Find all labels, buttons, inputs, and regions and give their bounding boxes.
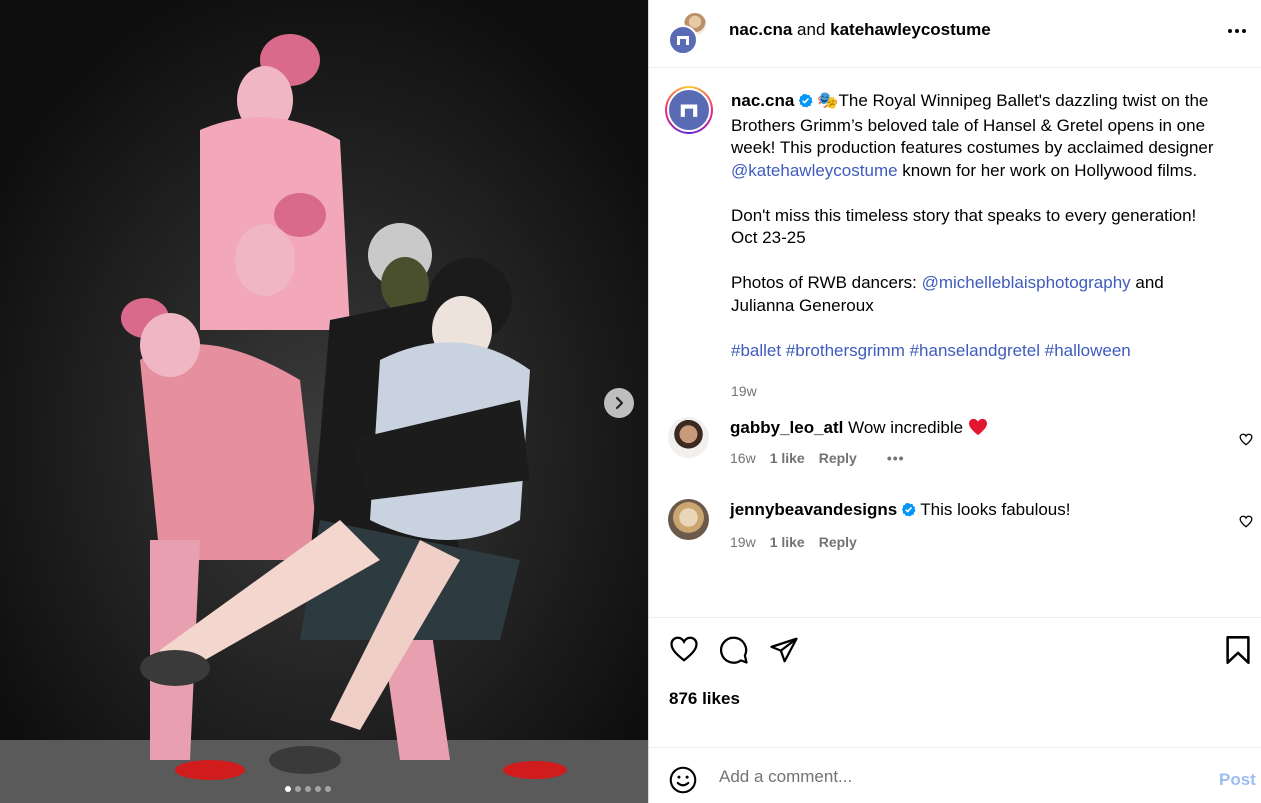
heart-outline-icon	[670, 636, 698, 662]
avatar[interactable]	[668, 499, 709, 540]
emoji-button[interactable]	[669, 766, 697, 799]
comment-time[interactable]: 19w	[730, 534, 756, 550]
like-button[interactable]	[669, 635, 699, 668]
post-photo[interactable]	[0, 0, 648, 803]
caption-date: Oct 23-25	[731, 228, 806, 247]
nac-logo-icon	[677, 36, 689, 45]
carousel-dot	[325, 786, 331, 792]
heart-outline-icon	[1239, 515, 1253, 528]
comment-likes[interactable]: 1 like	[770, 534, 805, 550]
carousel-indicator	[285, 786, 331, 792]
like-comment-button[interactable]	[1239, 431, 1253, 451]
reply-button[interactable]: Reply	[819, 450, 857, 466]
red-heart-emoji-icon	[968, 418, 987, 436]
carousel-dot	[295, 786, 301, 792]
ballet-dancers-image	[0, 0, 648, 803]
post-comment-button[interactable]: Post	[1219, 770, 1256, 790]
collab-avatars[interactable]	[668, 11, 712, 55]
caption-username[interactable]: nac.cna	[731, 91, 794, 110]
save-button[interactable]	[1225, 635, 1251, 670]
comment-username[interactable]: jennybeavandesigns	[730, 500, 897, 519]
bookmark-icon	[1226, 636, 1250, 664]
post-actions: 876 likes	[649, 617, 1261, 747]
avatar	[668, 25, 698, 55]
comment-text: Wow incredible	[848, 418, 964, 437]
add-comment-bar: Post	[649, 747, 1261, 803]
carousel-dot	[285, 786, 291, 792]
caption-text: nac.cna 🎭The Royal Winnipeg Ballet's dazz…	[731, 90, 1231, 403]
avatar[interactable]	[668, 417, 709, 458]
mention-link[interactable]: @katehawleycostume	[731, 161, 898, 180]
mention-link[interactable]: @michelleblaisphotography	[922, 273, 1131, 292]
like-count[interactable]: 876 likes	[669, 689, 740, 709]
chevron-right-icon	[615, 396, 624, 410]
nac-logo-icon	[680, 104, 698, 117]
more-options-button[interactable]	[1226, 20, 1248, 47]
paper-plane-icon	[770, 637, 798, 663]
next-slide-button[interactable]	[604, 388, 634, 418]
author-link[interactable]: katehawleycostume	[830, 20, 991, 39]
caption-emoji: 🎭	[817, 91, 839, 110]
carousel-dot	[305, 786, 311, 792]
share-button[interactable]	[769, 635, 799, 670]
author-link[interactable]: nac.cna	[729, 20, 792, 39]
comment-time[interactable]: 16w	[730, 450, 756, 466]
hashtags[interactable]: #ballet #brothersgrimm #hanselandgretel …	[731, 340, 1231, 363]
more-horizontal-icon	[1228, 29, 1246, 33]
post-authors: nac.cna and katehawleycostume	[729, 20, 991, 40]
comment-input[interactable]	[719, 762, 1179, 792]
caption-timestamp[interactable]: 19w	[731, 380, 1231, 403]
avatar[interactable]	[665, 86, 713, 134]
smiley-icon	[669, 766, 697, 794]
caption-paragraph: Don't miss this timeless story that spea…	[731, 205, 1197, 225]
author-joiner: and	[792, 20, 831, 39]
comment-username[interactable]: gabby_leo_atl	[730, 418, 843, 437]
like-comment-button[interactable]	[1239, 513, 1253, 533]
carousel-dot	[315, 786, 321, 792]
post-header: nac.cna and katehawleycostume	[649, 0, 1261, 68]
comment-text: This looks fabulous!	[920, 500, 1071, 519]
verified-badge-icon	[901, 502, 916, 522]
heart-outline-icon	[1239, 433, 1253, 446]
post-details-panel: nac.cna and katehawleycostume nac.cna 🎭 Th…	[648, 0, 1261, 803]
verified-badge-icon	[798, 92, 813, 115]
comment-likes[interactable]: 1 like	[770, 450, 805, 466]
comment-more-button[interactable]: •••	[887, 450, 905, 466]
comment-bubble-icon	[720, 636, 748, 664]
caption-credits: Photos of RWB dancers:	[731, 273, 922, 292]
reply-button[interactable]: Reply	[819, 534, 857, 550]
caption-body: known for her work on Hollywood films.	[897, 160, 1198, 180]
post-modal: nac.cna and katehawleycostume nac.cna 🎭 Th…	[0, 0, 1261, 803]
comment-button[interactable]	[719, 635, 749, 670]
